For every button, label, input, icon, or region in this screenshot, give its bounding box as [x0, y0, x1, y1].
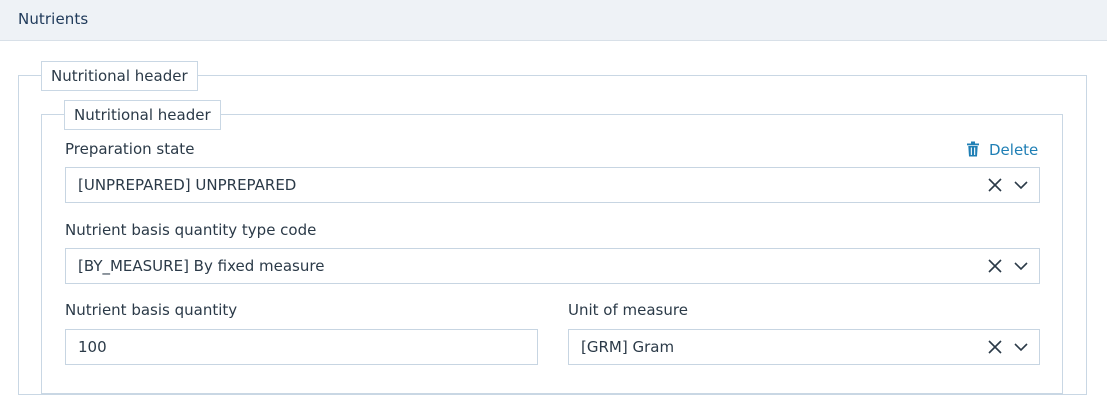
basis-quantity-type-value: [BY_MEASURE] By fixed measure [78, 257, 325, 275]
preparation-state-select[interactable]: [UNPREPARED] UNPREPARED [65, 167, 1040, 203]
unit-of-measure-select[interactable]: [GRM] Gram [568, 329, 1040, 365]
close-icon[interactable] [988, 259, 1002, 273]
section-header: Nutrients [0, 0, 1107, 41]
basis-quantity-type-select[interactable]: [BY_MEASURE] By fixed measure [65, 248, 1040, 284]
unit-of-measure-value: [GRM] Gram [581, 338, 675, 356]
preparation-state-value: [UNPREPARED] UNPREPARED [78, 176, 297, 194]
basis-quantity-input[interactable]: 100 [65, 329, 538, 365]
chevron-down-icon[interactable] [1014, 180, 1028, 190]
basis-quantity-type-label: Nutrient basis quantity type code [65, 221, 317, 239]
basis-quantity-label: Nutrient basis quantity [65, 301, 238, 319]
chevron-down-icon[interactable] [1014, 261, 1028, 271]
close-icon[interactable] [988, 340, 1002, 354]
basis-quantity-value: 100 [78, 338, 107, 356]
inner-fieldset-legend: Nutritional header [64, 100, 221, 130]
trash-icon [967, 141, 979, 157]
close-icon[interactable] [988, 178, 1002, 192]
section-title: Nutrients [18, 10, 89, 28]
delete-label: Delete [989, 141, 1039, 159]
chevron-down-icon[interactable] [1014, 342, 1028, 352]
preparation-state-label: Preparation state [65, 140, 195, 158]
unit-of-measure-label: Unit of measure [568, 301, 688, 319]
outer-fieldset-legend: Nutritional header [41, 61, 198, 91]
